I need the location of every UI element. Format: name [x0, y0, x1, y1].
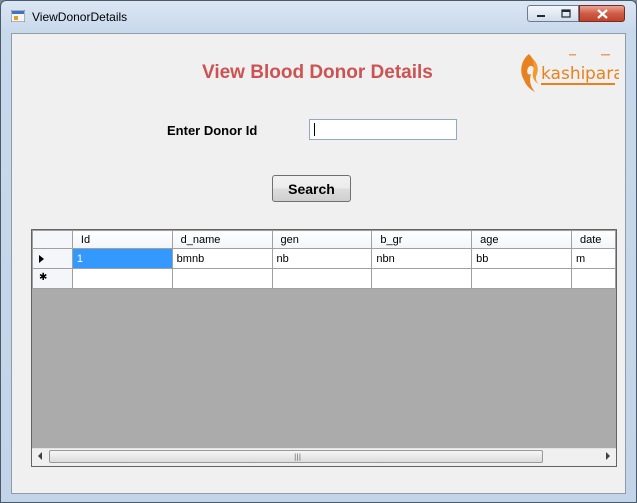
maximize-icon: [560, 9, 571, 18]
donor-data-grid[interactable]: Id d_name gen b_gr age date 1 bmnb nb nb…: [31, 229, 617, 467]
app-window: ViewDonorDetails View Blood Donor Detail…: [0, 0, 637, 503]
column-header-id[interactable]: Id: [71, 230, 173, 249]
grid-cell[interactable]: [471, 268, 572, 289]
grid-cell[interactable]: bb: [471, 248, 572, 269]
text-caret: [314, 123, 315, 136]
grid-cell[interactable]: [171, 268, 273, 289]
column-header-age[interactable]: age: [471, 230, 572, 249]
minimize-button[interactable]: [527, 5, 554, 22]
new-row[interactable]: ✱: [32, 268, 616, 289]
row-header[interactable]: ✱: [32, 268, 73, 289]
column-header-date[interactable]: date: [570, 230, 616, 249]
page-title: View Blood Donor Details: [202, 62, 433, 83]
maximize-button[interactable]: [553, 5, 579, 22]
grid-cell[interactable]: [570, 268, 616, 289]
form-client-area: View Blood Donor Details kashi para Ente…: [11, 33, 626, 494]
app-icon: [11, 10, 25, 22]
column-header-b-gr[interactable]: b_gr: [371, 230, 473, 249]
column-header-gen[interactable]: gen: [271, 230, 373, 249]
scrollbar-thumb[interactable]: |||: [49, 450, 543, 463]
donor-id-label: Enter Donor Id: [167, 123, 258, 138]
grid-cell[interactable]: [71, 268, 173, 289]
row-header[interactable]: [32, 248, 73, 269]
new-row-icon: ✱: [39, 272, 48, 283]
donor-id-input[interactable]: [309, 119, 457, 140]
column-header-d-name[interactable]: d_name: [171, 230, 273, 249]
grid-cell[interactable]: nbn: [371, 248, 473, 269]
grid-cell[interactable]: bmnb: [171, 248, 273, 269]
grid-corner-header[interactable]: [32, 230, 73, 249]
grid-cell[interactable]: [371, 268, 473, 289]
search-button[interactable]: Search: [272, 175, 351, 202]
scroll-left-icon[interactable]: [38, 452, 42, 460]
table-row[interactable]: 1 bmnb nb nbn bb m: [32, 248, 616, 269]
row-pointer-icon: [39, 255, 44, 263]
grid-header-row: Id d_name gen b_gr age date: [32, 230, 616, 249]
grid-cell[interactable]: nb: [271, 248, 373, 269]
svg-text:kashi: kashi: [541, 64, 585, 84]
scrollbar-grip: |||: [294, 453, 302, 461]
title-bar[interactable]: ViewDonorDetails: [1, 1, 636, 31]
grid-cell[interactable]: 1: [71, 248, 173, 269]
grid-cell[interactable]: [271, 268, 373, 289]
close-icon: [596, 8, 608, 19]
svg-text:para: para: [585, 64, 619, 84]
grid-table: Id d_name gen b_gr age date 1 bmnb nb nb…: [32, 230, 616, 289]
minimize-icon: [536, 14, 545, 17]
grid-cell[interactable]: m: [570, 248, 616, 269]
close-button[interactable]: [579, 5, 625, 22]
scroll-right-icon[interactable]: [606, 452, 610, 460]
horizontal-scrollbar[interactable]: |||: [32, 448, 616, 466]
window-title: ViewDonorDetails: [32, 10, 128, 24]
kashipara-logo: kashi para: [521, 54, 619, 92]
